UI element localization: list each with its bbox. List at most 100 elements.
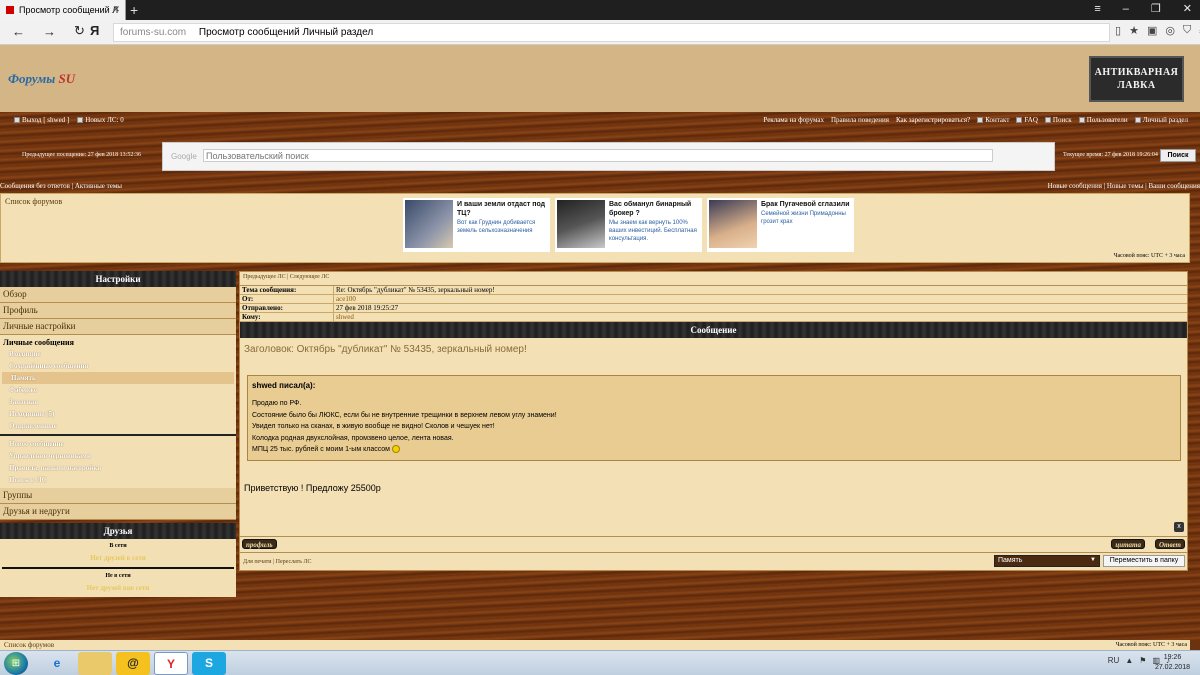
current-time-text: Текущее время: 27 фев 2018 19:26:04 — [1063, 152, 1158, 158]
ad-card[interactable]: Вас обманул бинарный брокер ? Мы знаем ка… — [555, 198, 702, 252]
ie-icon[interactable]: e — [40, 652, 74, 675]
bookmark-star-icon[interactable]: ★ — [1129, 24, 1139, 37]
folder-faberge[interactable]: Фаберже — [0, 384, 236, 396]
sidebar-item-personal[interactable]: Личные настройки — [0, 319, 236, 335]
message-title: Заголовок: Октябрь "дубликат" № 53435, з… — [244, 344, 527, 355]
rules-link[interactable]: Правила поведения — [831, 116, 889, 124]
folder-spare[interactable]: Запасная — [0, 396, 236, 408]
private-link[interactable]: Личный раздел — [1134, 116, 1188, 124]
folder-saved[interactable]: Сохранённые сообщения — [0, 360, 236, 372]
google-search-input[interactable] — [203, 149, 993, 162]
windows-start-icon[interactable]: ⊞ — [4, 652, 28, 675]
clock[interactable]: 19:26 27.02.2018 — [1155, 653, 1190, 673]
forward-icon[interactable]: → — [43, 24, 56, 39]
faq-link[interactable]: FAQ — [1016, 116, 1038, 124]
address-bar: ← → ↻ Я forums-su.com Просмотр сообщений… — [0, 20, 1200, 45]
subject-value: Re: Октябрь "дубликат" № 53435, зеркальн… — [336, 286, 495, 294]
topics-links-right[interactable]: Новые сообщения | Новые темы | Ваши сооб… — [1048, 182, 1200, 190]
logout-link[interactable]: Выход [ shwed ] — [14, 116, 69, 124]
sidebar-item-groups[interactable]: Группы — [0, 488, 236, 504]
pm-navigation[interactable]: Предыдущее ЛС | Следующее ЛС — [240, 272, 1187, 286]
contact-label: Контакт — [985, 116, 1010, 124]
users-link[interactable]: Пользователи — [1078, 116, 1128, 124]
url-field[interactable]: forums-su.com Просмотр сообщений Личный … — [113, 23, 1110, 42]
forum-logo[interactable]: Форумы SU — [8, 71, 75, 87]
quote-line: МПЦ 25 тыс. рублей с моим 1-ым классом — [252, 446, 390, 453]
contact-link[interactable]: Контакт — [977, 116, 1009, 124]
topics-links-left[interactable]: Сообщения без ответов | Активные темы — [0, 182, 122, 190]
reply-text: Приветствую ! Предложу 25500р — [244, 483, 381, 493]
forum-list-link[interactable]: Список форумов — [5, 197, 62, 206]
antique-shop-banner[interactable]: АНТИКВАРНАЯ ЛАВКА — [1089, 56, 1184, 102]
bottom-forum-list-link[interactable]: Список форумов — [4, 641, 54, 649]
ad-panel: Список форумов И ваши земли отдаст под Т… — [0, 193, 1190, 263]
ads-link[interactable]: Реклама на форумах — [763, 116, 824, 124]
browser-tab[interactable]: Просмотр сообщений Л ✕ — [0, 0, 126, 20]
to-user-link[interactable]: shwed — [334, 313, 354, 321]
new-tab-button[interactable]: + — [130, 2, 138, 18]
print-forward-links[interactable]: Для печати | Переслать ЛС — [243, 559, 312, 565]
drafts-link[interactable]: Управление черновиками — [0, 450, 236, 462]
sync-icon[interactable]: ◎ — [1165, 24, 1175, 37]
forum-header — [0, 45, 1200, 112]
from-user-link[interactable]: ace100 — [334, 295, 356, 303]
ad-card[interactable]: Брак Пугачевой сглазили Семейной жизни Пр… — [707, 198, 854, 252]
new-pm-link[interactable]: Новых ЛС: 0 — [77, 116, 124, 124]
folder-outbox[interactable]: Исходящие (5) — [0, 408, 236, 420]
back-icon[interactable]: ← — [12, 24, 25, 39]
smiley-icon — [392, 445, 400, 454]
rules-folders-link[interactable]: Правила, папки и настройки — [0, 462, 236, 474]
quote-line: Колодка родная двухслойная, промзвено це… — [252, 434, 454, 442]
howreg-link[interactable]: Как зарегистрироваться? — [896, 116, 970, 124]
folder-sent[interactable]: Отправленные — [0, 420, 236, 432]
users-icon — [1078, 117, 1085, 124]
profile-button[interactable]: профиль — [242, 539, 277, 549]
sidebar-item-pm[interactable]: Личные сообщения — [0, 337, 236, 348]
sidebar-item-profile[interactable]: Профиль — [0, 303, 236, 319]
close-window-icon[interactable]: ✕ — [1183, 2, 1192, 15]
quote-author: shwed писал(а): — [252, 381, 316, 390]
search-label: Поиск — [1052, 116, 1072, 124]
mail-agent-icon[interactable]: @ — [116, 652, 150, 675]
browser-tab-bar: Просмотр сообщений Л ✕ + ≡ – ❐ ✕ — [0, 0, 1200, 20]
close-icon[interactable]: x — [1174, 522, 1184, 532]
extension-icon[interactable]: ▣ — [1147, 24, 1157, 37]
skype-icon[interactable]: S — [192, 652, 226, 675]
shield-icon[interactable]: ⛉ — [1183, 24, 1191, 37]
logout-label: Выход [ shwed ] — [22, 116, 70, 124]
language-indicator[interactable]: RU — [1108, 656, 1120, 665]
quote-button[interactable]: цитата — [1111, 539, 1145, 549]
move-to-folder-button[interactable]: Переместить в папку — [1103, 555, 1185, 567]
settings-header: Настройки — [0, 271, 236, 287]
sidebar-item-overview[interactable]: Обзор — [0, 287, 236, 303]
close-tab-icon[interactable]: ✕ — [112, 4, 120, 15]
ad-desc: Мы знаем как вернуть 100% ваших инвестиц… — [609, 220, 697, 242]
ad-card[interactable]: И ваши земли отдаст под ТЦ? Вот как Грудн… — [403, 198, 550, 252]
yandex-browser-icon[interactable]: Y — [154, 652, 188, 675]
reader-icon[interactable]: ▯ — [1115, 24, 1121, 37]
reload-icon[interactable]: ↻ — [74, 23, 85, 39]
favicon-icon — [6, 6, 14, 14]
tray-arrow-icon[interactable]: ▲ — [1125, 656, 1133, 665]
search-link[interactable]: Поиск — [1044, 116, 1072, 124]
folder-inbox[interactable]: Входящие — [0, 348, 236, 360]
explorer-folder-icon[interactable] — [78, 652, 112, 675]
folder-memory[interactable]: Память — [2, 372, 234, 384]
reply-button[interactable]: Ответ — [1154, 539, 1185, 549]
search-icon — [1044, 117, 1051, 124]
new-message-link[interactable]: Новое сообщение — [0, 438, 236, 450]
restore-icon[interactable]: ❐ — [1151, 2, 1161, 15]
ad-desc: Вот как Груднин добивается земель сельхо… — [457, 220, 536, 234]
yandex-icon[interactable]: Я — [90, 23, 99, 38]
folder-select[interactable]: Память ▼ — [994, 555, 1100, 567]
pm-icon — [77, 117, 84, 124]
sidebar-item-friends-foes[interactable]: Друзья и недруги — [0, 504, 236, 520]
tab-title: Просмотр сообщений Л — [19, 5, 119, 15]
message-footer: Для печати | Переслать ЛС Память ▼ Переме… — [240, 552, 1187, 570]
search-pm-link[interactable]: Поиск в ЛС — [0, 474, 236, 486]
friends-header: Друзья — [0, 523, 236, 539]
menu-icon[interactable]: ≡ — [1094, 3, 1100, 15]
minimize-icon[interactable]: – — [1123, 3, 1129, 15]
google-search-button[interactable]: Поиск — [1160, 149, 1196, 162]
flag-icon[interactable]: ⚑ — [1139, 656, 1146, 665]
